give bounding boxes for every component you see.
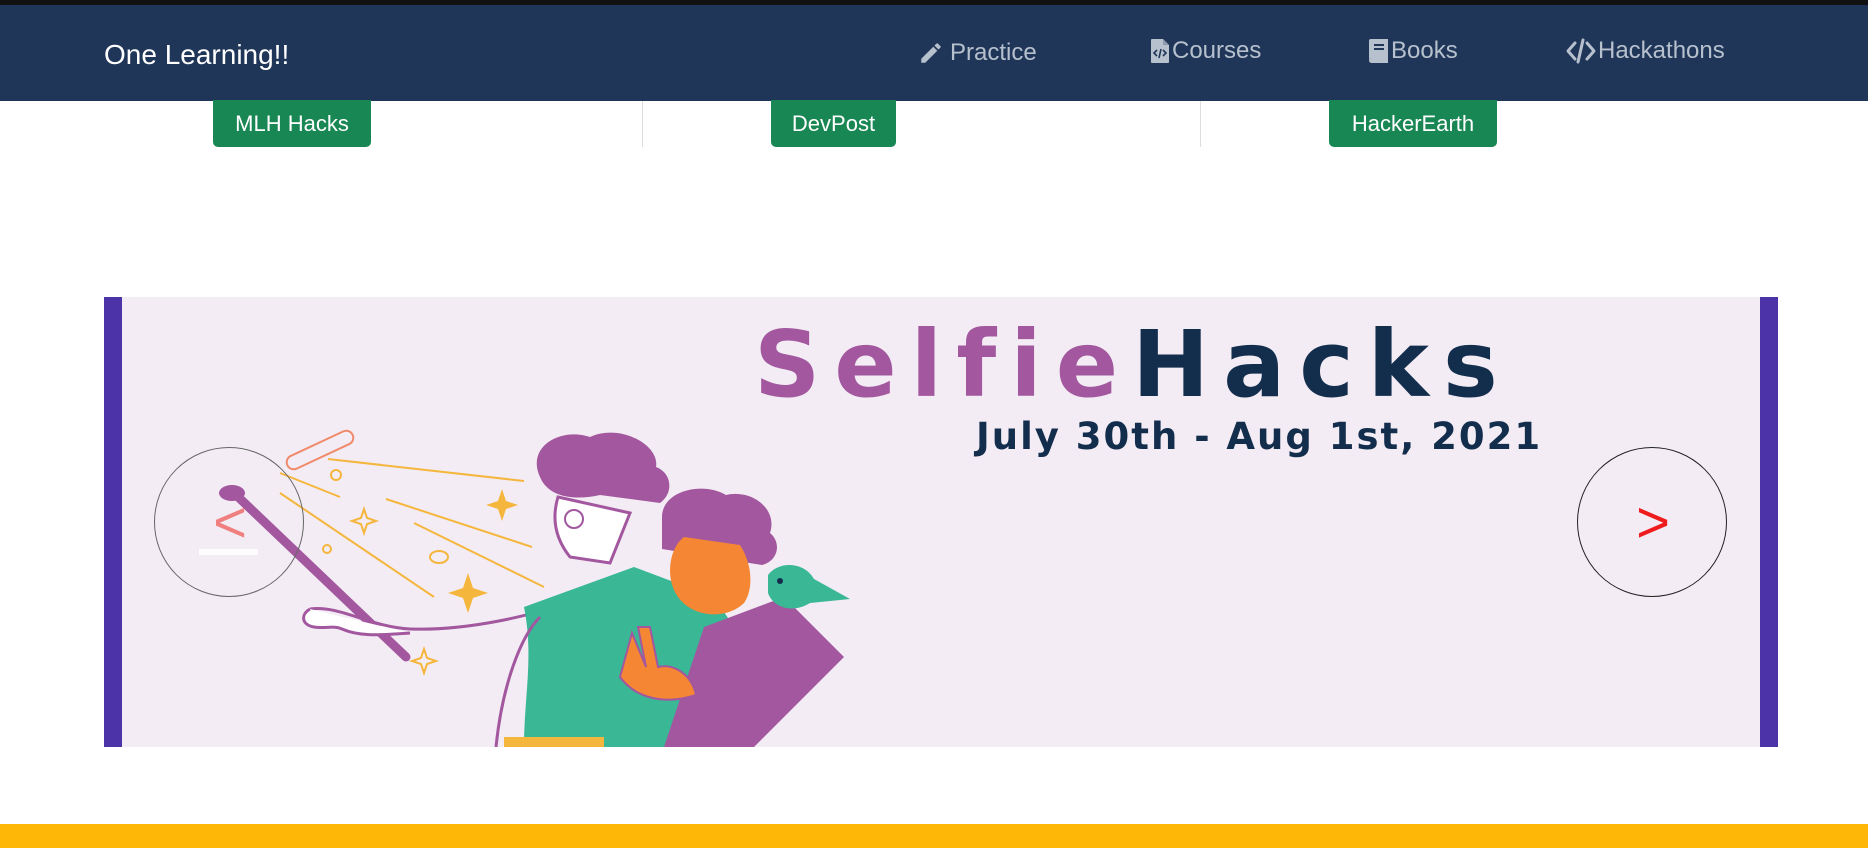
book-icon: [1367, 38, 1389, 64]
banner-title-part2: Hacks: [1132, 311, 1512, 418]
nav-item-label: Hackathons: [1598, 37, 1725, 64]
nav-item-label: Practice: [950, 39, 1037, 66]
column-divider: [1200, 101, 1201, 147]
carousel-prev-button[interactable]: <: [154, 447, 304, 597]
hackerearth-button[interactable]: HackerEarth: [1329, 100, 1497, 147]
nav-item-books[interactable]: Books: [1367, 37, 1458, 65]
nav-item-practice[interactable]: Practice: [918, 39, 1037, 67]
code-icon: [1566, 38, 1596, 64]
banner-date: July 30th - Aug 1st, 2021: [976, 415, 1543, 458]
hackathon-carousel: SelfieHacks July 30th - Aug 1st, 2021: [104, 297, 1778, 747]
brand-logo-text[interactable]: One Learning!!: [104, 39, 289, 71]
nav-item-label: Courses: [1172, 37, 1262, 64]
chevron-right-icon: >: [1636, 490, 1670, 555]
nav-item-courses[interactable]: Courses: [1150, 37, 1261, 65]
footer-bar: [0, 824, 1868, 848]
carousel-next-button[interactable]: >: [1577, 447, 1727, 597]
devpost-button[interactable]: DevPost: [771, 100, 896, 147]
banner-title: SelfieHacks: [754, 319, 1512, 411]
mlh-hacks-button[interactable]: MLH Hacks: [213, 100, 371, 147]
prev-indicator-bar: [199, 549, 258, 555]
nav-item-label: Books: [1391, 37, 1458, 64]
nav-item-hackathons[interactable]: Hackathons: [1566, 37, 1725, 65]
pencil-icon: [918, 40, 944, 66]
banner-title-part1: Selfie: [754, 311, 1133, 418]
code-file-icon: [1150, 38, 1170, 64]
navbar: One Learning!! Practice Courses Books Ha…: [0, 5, 1868, 101]
column-divider: [642, 101, 643, 147]
chevron-left-icon: <: [213, 490, 247, 555]
